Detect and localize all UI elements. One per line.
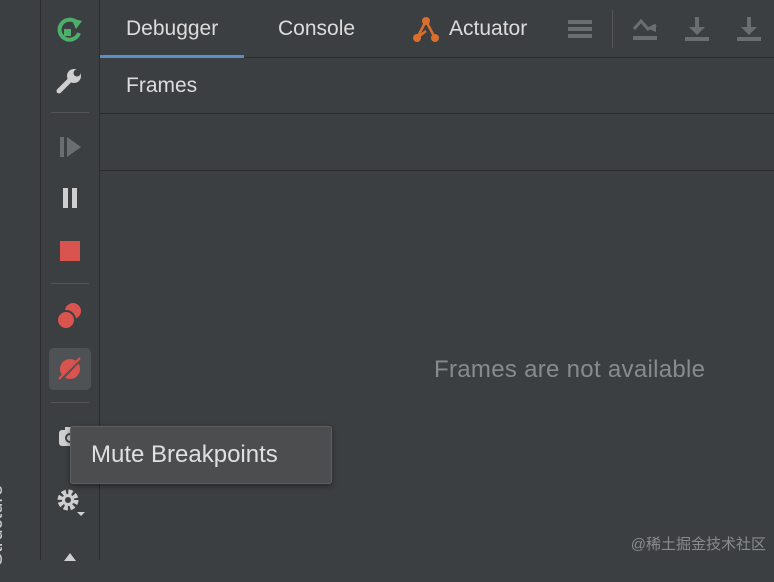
pause-icon — [63, 188, 77, 208]
step-into-button[interactable] — [735, 15, 765, 43]
pin-icon — [64, 553, 76, 561]
rerun-button[interactable] — [49, 9, 91, 51]
pin-tab-button[interactable] — [49, 540, 91, 582]
mute-breakpoints-button[interactable] — [49, 348, 91, 390]
tab-actuator-label: Actuator — [449, 16, 528, 40]
debugger-settings-button[interactable] — [49, 481, 91, 523]
tab-debugger[interactable]: Debugger — [99, 0, 245, 58]
debugger-tab-bar: Debugger Console Actuator — [99, 0, 774, 58]
structure-tool-tab[interactable]: Structure — [0, 485, 8, 566]
settings-button[interactable] — [49, 60, 91, 102]
stop-icon — [60, 241, 80, 261]
tab-console[interactable]: Console — [278, 0, 355, 57]
rerun-icon — [57, 17, 82, 42]
toolbar-separator — [51, 112, 89, 113]
frames-header: Frames — [100, 58, 774, 114]
mute-breakpoints-icon — [58, 356, 83, 382]
toolbar-separator — [51, 283, 89, 284]
tab-debugger-label: Debugger — [126, 16, 219, 40]
stop-button[interactable] — [49, 230, 91, 272]
step-over-button[interactable] — [683, 15, 713, 43]
mute-breakpoints-tooltip: Mute Breakpoints — [70, 426, 332, 484]
resume-button[interactable] — [49, 126, 91, 168]
view-breakpoints-icon — [56, 303, 81, 330]
resume-icon — [60, 137, 81, 157]
step-over-icon — [685, 16, 709, 41]
view-breakpoints-button[interactable] — [49, 295, 91, 337]
toolbar-separator — [51, 402, 89, 403]
hamburger-icon — [568, 19, 592, 38]
tab-actuator[interactable]: Actuator — [411, 0, 527, 57]
watermark: @稀土掘金技术社区 — [630, 536, 766, 553]
tooltip-text: Mute Breakpoints — [91, 441, 278, 468]
frames-title: Frames — [126, 73, 198, 97]
show-execution-point-icon — [632, 18, 657, 40]
tab-bar-divider — [612, 9, 613, 48]
gear-icon — [57, 489, 85, 516]
pause-button[interactable] — [49, 177, 91, 219]
show-execution-point-button[interactable] — [631, 15, 661, 43]
left-tool-strip: Structure — [0, 0, 41, 566]
step-into-icon — [737, 16, 761, 41]
frames-empty-message: Frames are not available — [434, 356, 706, 383]
thread-selector-row[interactable] — [100, 114, 774, 171]
tab-console-label: Console — [278, 16, 356, 40]
actuator-icon — [413, 16, 439, 42]
wrench-icon — [56, 69, 81, 94]
layout-menu-button[interactable] — [566, 15, 596, 43]
